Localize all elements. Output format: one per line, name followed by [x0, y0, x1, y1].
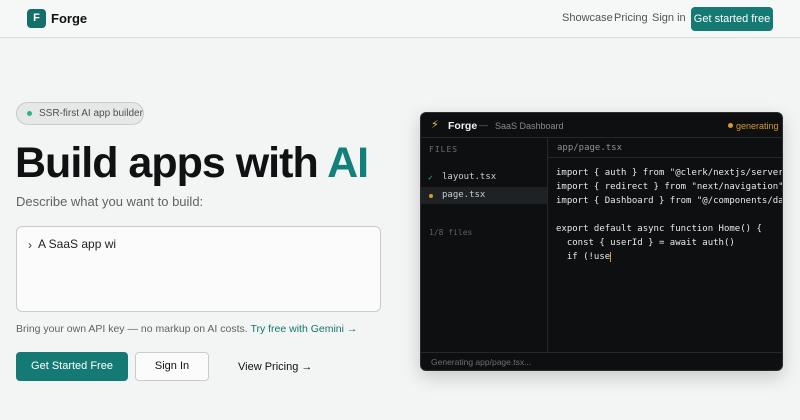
file-name: page.tsx	[442, 190, 486, 200]
bolt-icon: ⚡	[431, 119, 439, 131]
code-line: const { userId } = await auth()	[556, 238, 735, 248]
nav-link-pricing[interactable]: Pricing	[614, 12, 648, 24]
badge-dot-icon	[27, 111, 32, 116]
status-dot-icon	[728, 123, 733, 128]
text-cursor	[610, 251, 612, 262]
code-area: import { auth } from "@clerk/nextjs/serv…	[556, 166, 783, 352]
byok-note: Bring your own API key — no markup on AI…	[16, 323, 357, 335]
try-gemini-link[interactable]: Try free with Gemini →	[250, 323, 357, 335]
logo-icon[interactable]: F	[27, 9, 46, 28]
headline-accent: AI	[327, 139, 369, 187]
view-pricing-link[interactable]: View Pricing →	[238, 361, 312, 373]
code-line-text: if (!use	[556, 252, 611, 262]
file-sidebar: FILES ✓ layout.tsx page.tsx 1/8 files	[421, 138, 548, 352]
file-count: 1/8 files	[429, 228, 473, 237]
file-item-page[interactable]: page.tsx	[421, 187, 547, 204]
file-item-layout[interactable]: ✓ layout.tsx	[421, 169, 547, 186]
nav-link-showcase[interactable]: Showcase	[562, 12, 613, 24]
sign-in-button[interactable]: Sign In	[135, 352, 209, 381]
code-line: import { redirect } from "next/navigatio…	[556, 182, 783, 192]
editor-project-name: SaaS Dashboard	[495, 121, 564, 131]
code-line: import { auth } from "@clerk/nextjs/serv…	[556, 168, 783, 178]
prompt-input[interactable]: › A SaaS app wi	[16, 226, 381, 312]
byok-text: Bring your own API key — no markup on AI…	[16, 323, 248, 335]
code-line-current: if (!use	[556, 250, 782, 264]
brand-name[interactable]: Forge	[51, 11, 87, 26]
describe-label: Describe what you want to build:	[16, 194, 204, 209]
active-file-tab[interactable]: app/page.tsx	[557, 143, 622, 153]
badge-label: SSR-first AI app builder	[39, 108, 143, 119]
feature-badge: SSR-first AI app builder	[16, 102, 144, 125]
get-started-button[interactable]: Get started free	[691, 7, 773, 31]
files-heading: FILES	[429, 145, 459, 154]
code-line: export default async function Home() {	[556, 224, 762, 234]
nav-link-sign-in[interactable]: Sign in	[652, 12, 686, 24]
headline-main: Build apps with	[15, 139, 328, 187]
in-progress-dot-icon	[429, 194, 433, 198]
editor-title: Forge	[448, 120, 478, 132]
editor-separator: —	[479, 120, 488, 130]
prompt-caret-icon: ›	[28, 238, 32, 252]
page-title: Build apps with AI	[15, 139, 369, 187]
generating-status: generating	[736, 121, 779, 131]
get-started-free-button[interactable]: Get Started Free	[16, 352, 128, 381]
prompt-value[interactable]: A SaaS app wi	[38, 237, 116, 251]
generation-footer: Generating app/page.tsx...	[421, 352, 782, 370]
file-name: layout.tsx	[442, 172, 497, 182]
top-nav: F Forge Showcase Pricing Sign in Get sta…	[0, 0, 800, 38]
check-icon: ✓	[428, 173, 433, 182]
editor-header: ⚡ Forge — SaaS Dashboard generating	[421, 113, 782, 138]
tab-divider	[548, 157, 782, 158]
code-editor-preview: ⚡ Forge — SaaS Dashboard generating FILE…	[420, 112, 783, 371]
code-line: import { Dashboard } from "@/components/…	[556, 196, 782, 206]
